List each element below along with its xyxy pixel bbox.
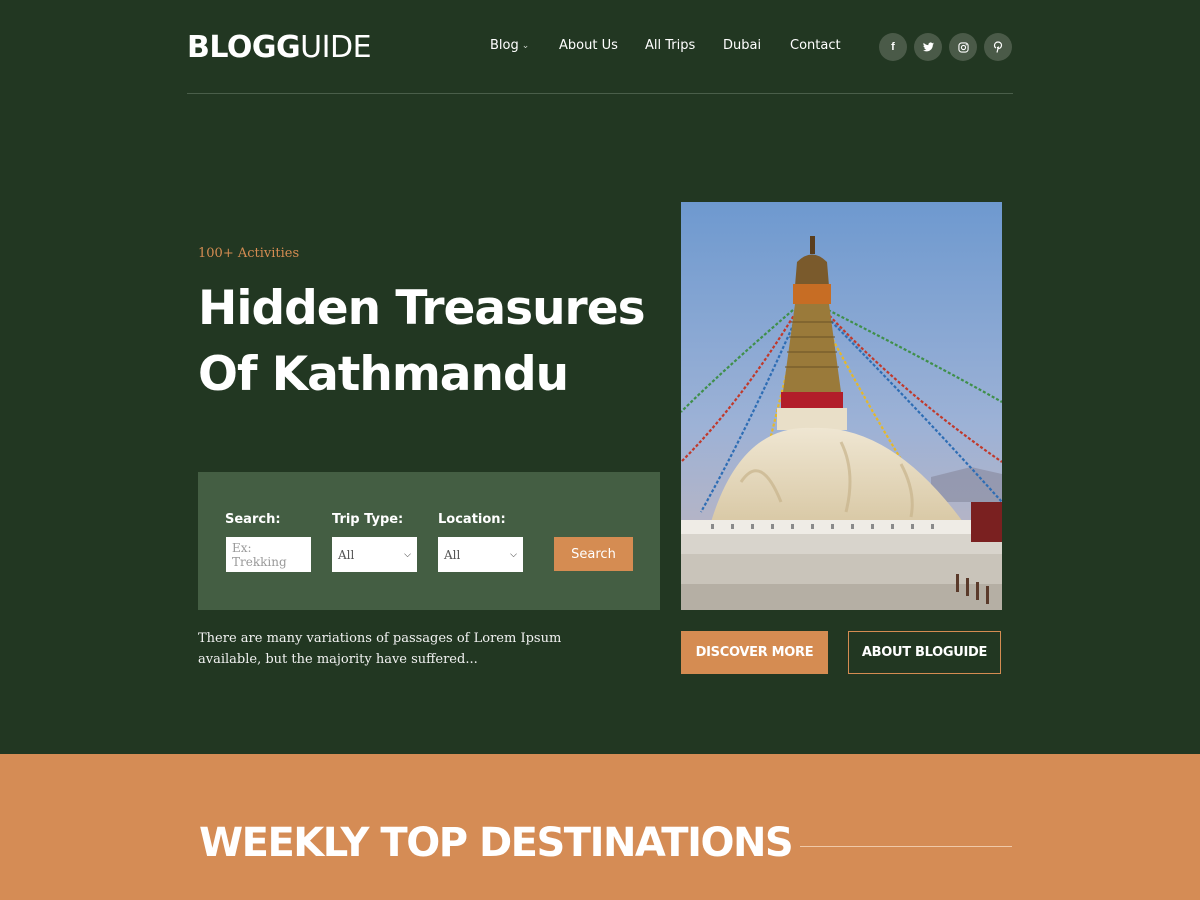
chevron-down-icon: ⌵ <box>404 549 411 560</box>
location-select[interactable]: All ⌵ <box>438 537 523 572</box>
hero-description: There are many variations of passages of… <box>198 631 562 667</box>
location-label: Location: <box>438 512 506 527</box>
nav-item-label: All Trips <box>645 38 696 53</box>
logo-light-text: UIDE <box>300 30 372 65</box>
logo-bold-text: BLOG <box>187 30 277 65</box>
chevron-down-icon: ⌄ <box>521 40 530 51</box>
search-input[interactable]: Ex: Trekking <box>226 537 311 572</box>
site-logo[interactable]: BLOGGUIDE <box>187 30 372 65</box>
twitter-icon[interactable] <box>914 33 942 61</box>
main-nav: Blog ⌄ About Us All Trips Dubai Contact <box>490 38 841 53</box>
nav-item-label: Dubai <box>723 38 762 53</box>
nav-item-contact[interactable]: Contact <box>790 38 841 53</box>
nav-item-blog[interactable]: Blog ⌄ <box>490 38 559 53</box>
instagram-icon[interactable] <box>949 33 977 61</box>
hero-title-line2: Of Kathmandu <box>198 347 569 402</box>
site-header: BLOGGUIDE Blog ⌄ About Us All Trips Duba… <box>187 0 1013 94</box>
search-label: Search: <box>225 512 281 527</box>
hero-kicker: 100+ Activities <box>198 246 300 261</box>
nav-item-label: Contact <box>790 38 841 53</box>
trip-type-value: All <box>338 547 355 562</box>
trip-type-label: Trip Type: <box>332 512 404 527</box>
nav-item-label: Blog <box>490 38 519 53</box>
search-button[interactable]: Search <box>554 537 633 571</box>
hero-title: Hidden Treasures Of Kathmandu <box>198 276 668 408</box>
trip-type-select[interactable]: All ⌵ <box>332 537 417 572</box>
section-title: WEEKLY TOP DESTINATIONS <box>199 820 794 866</box>
trip-search-form: Search: Ex: Trekking Trip Type: All ⌵ Lo… <box>198 472 660 610</box>
pinterest-icon[interactable] <box>984 33 1012 61</box>
nav-item-label: About Us <box>559 38 618 53</box>
location-value: All <box>444 547 461 562</box>
nav-item-about-us[interactable]: About Us <box>559 38 645 53</box>
about-bloguide-button[interactable]: ABOUT BLOGUIDE <box>848 631 1001 674</box>
hero-image-stupa <box>681 202 1002 610</box>
hero-title-line1: Hidden Treasures <box>198 281 646 336</box>
section-divider <box>800 846 1012 847</box>
chevron-down-icon: ⌵ <box>510 549 517 560</box>
facebook-icon[interactable]: f <box>879 33 907 61</box>
nav-item-all-trips[interactable]: All Trips <box>645 38 723 53</box>
discover-more-button[interactable]: DISCOVER MORE <box>681 631 828 674</box>
social-links: f <box>879 33 1012 61</box>
nav-item-dubai[interactable]: Dubai <box>723 38 790 53</box>
